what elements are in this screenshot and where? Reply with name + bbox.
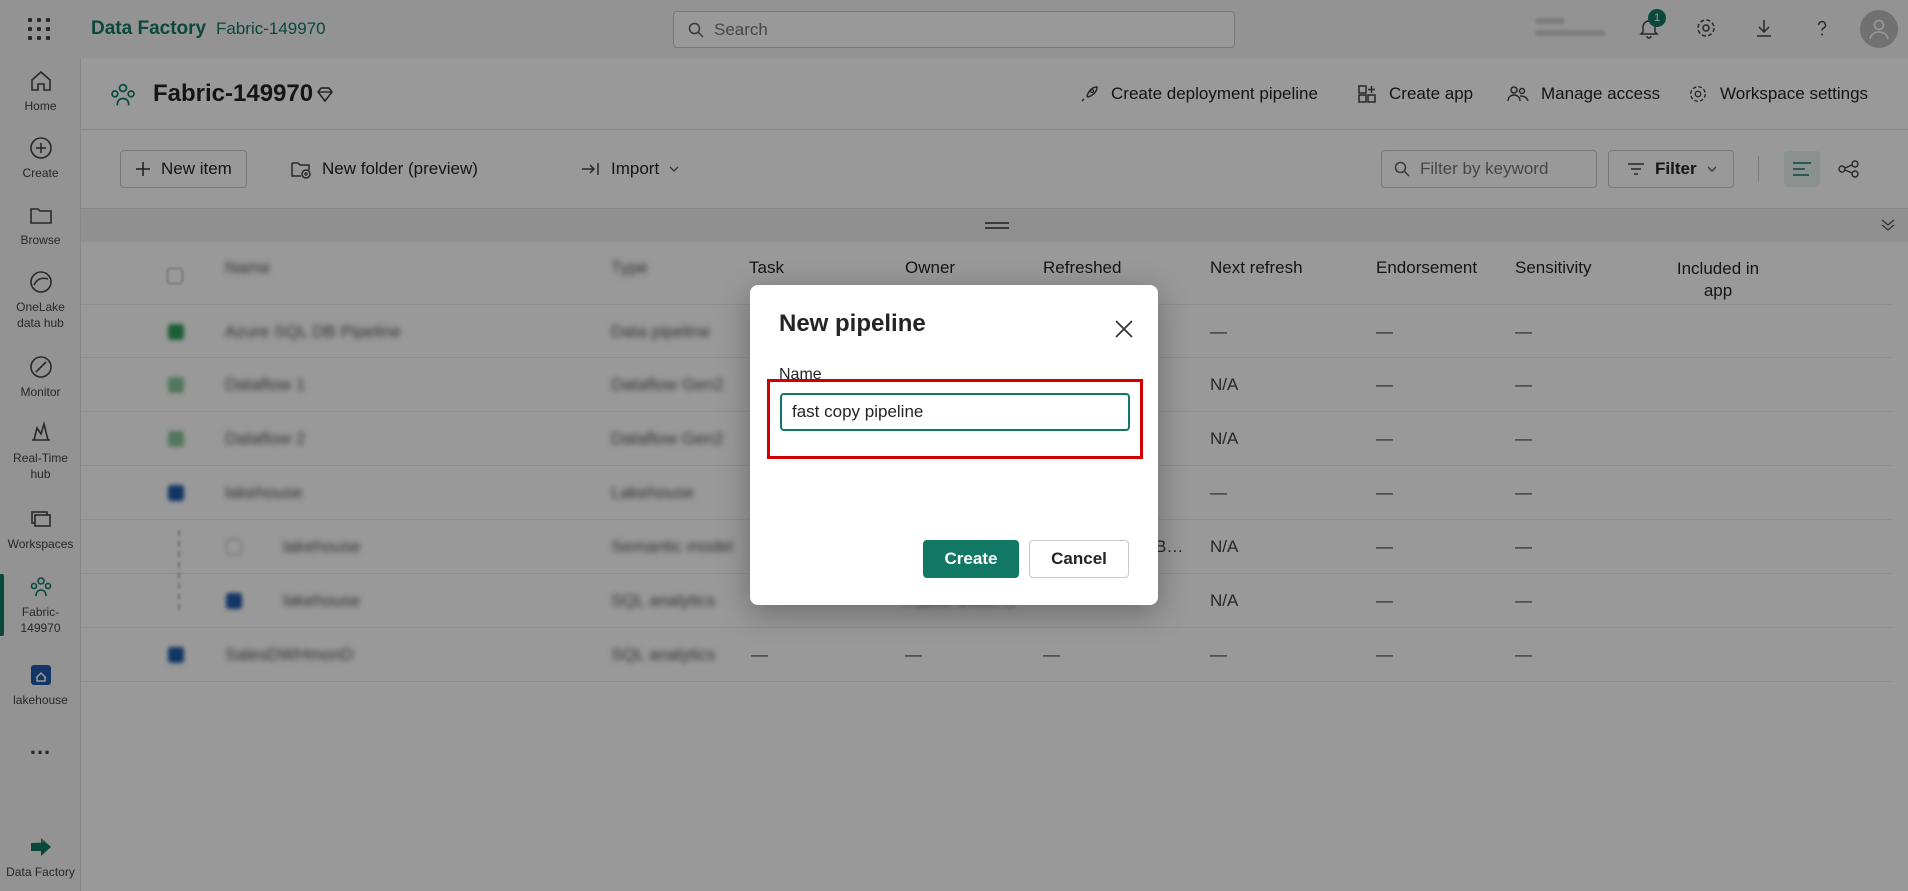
new-pipeline-dialog: New pipeline Name Create Cancel — [750, 285, 1158, 605]
close-icon — [1114, 319, 1134, 339]
cancel-button[interactable]: Cancel — [1029, 540, 1129, 578]
close-button[interactable] — [1110, 315, 1138, 343]
create-button[interactable]: Create — [923, 540, 1019, 578]
pipeline-name-input[interactable] — [780, 393, 1130, 431]
dialog-title: New pipeline — [779, 310, 926, 337]
